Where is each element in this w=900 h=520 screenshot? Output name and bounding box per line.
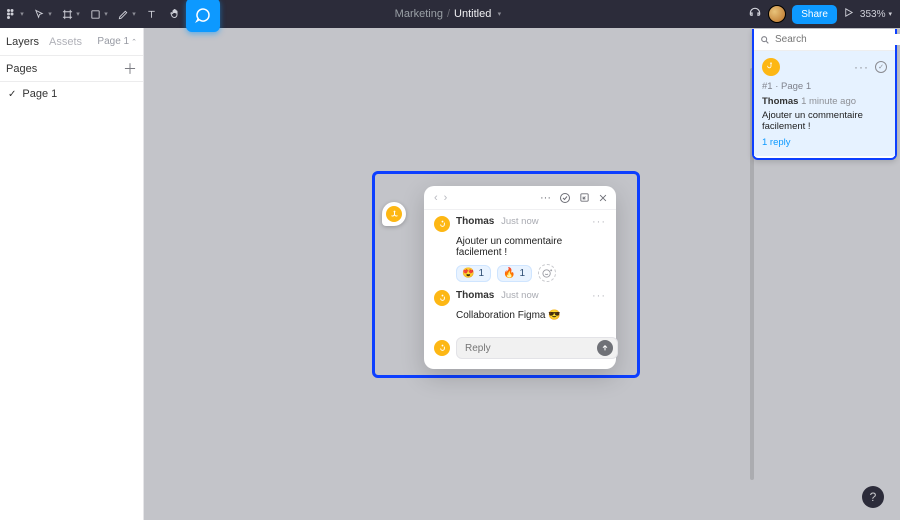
page-item-label: Page 1	[22, 88, 57, 100]
message-avatar	[434, 290, 450, 306]
file-title[interactable]: Untitled	[454, 8, 491, 20]
page-selector[interactable]: Page 1 ⌃	[97, 36, 137, 47]
message-avatar	[434, 216, 450, 232]
message-text: Collaboration Figma 😎	[456, 310, 606, 321]
pen-tool-button[interactable]	[112, 0, 134, 28]
reaction-emoji: 😍	[462, 268, 474, 279]
zoom-chevron-icon: ▾	[888, 10, 892, 18]
comment-index: #1	[762, 81, 773, 92]
help-label: ?	[870, 490, 877, 504]
popover-options-icon[interactable]: ···	[540, 192, 551, 204]
comment-preview-text: Ajouter un commentaire facilement !	[762, 110, 887, 132]
page-selector-chevron-icon: ⌃	[131, 38, 137, 46]
popover-close-icon[interactable]	[598, 193, 608, 203]
page-check-icon: ✓	[8, 89, 16, 100]
add-page-button[interactable]: ＋	[123, 62, 137, 76]
popover-next-icon[interactable]: ›	[442, 192, 450, 204]
comment-popover: ‹ › ··· Thomas Just now ···	[424, 186, 616, 369]
tab-assets[interactable]: Assets	[49, 36, 82, 48]
reply-send-button[interactable]	[597, 340, 613, 356]
title-separator: /	[443, 8, 454, 20]
reply-input[interactable]	[465, 343, 597, 354]
comment-pin[interactable]	[382, 202, 406, 226]
top-toolbar: ▾ ▾ ▾ ▾ ▾ Marketing / Untitled ▾	[0, 0, 900, 28]
comment-item-menu-icon[interactable]: ···	[854, 60, 869, 74]
comment-time: 1 minute ago	[801, 96, 856, 107]
message-text: Ajouter un commentaire facilement !	[456, 236, 606, 258]
tab-layers[interactable]: Layers	[6, 36, 39, 48]
user-avatar[interactable]	[768, 5, 786, 23]
zoom-level[interactable]: 353% ▾	[860, 9, 896, 20]
comment-location: Page 1	[781, 81, 811, 92]
present-play-icon[interactable]	[843, 7, 854, 21]
reaction-count: 1	[519, 268, 525, 279]
reaction-pill[interactable]: 🔥 1	[497, 265, 532, 282]
comment-reply-link[interactable]: 1 reply	[762, 137, 887, 148]
audio-headset-icon[interactable]	[748, 6, 762, 23]
popover-message: Thomas Just now ···	[434, 290, 606, 306]
add-reaction-button[interactable]	[538, 264, 556, 282]
comment-author: Thomas	[762, 96, 798, 107]
page-selector-label: Page 1	[97, 36, 129, 47]
message-author: Thomas	[456, 290, 494, 301]
shape-tool-button[interactable]	[84, 0, 106, 28]
left-panel: Layers Assets Page 1 ⌃ Pages ＋ ✓ Page 1	[0, 28, 144, 520]
message-menu-icon[interactable]: ···	[592, 290, 606, 302]
pages-heading: Pages	[6, 63, 37, 75]
popover-dock-icon[interactable]	[579, 192, 590, 203]
comment-list-item[interactable]: ··· ✓ #1 · Page 1 Thomas 1 minute ago Aj…	[754, 51, 895, 156]
text-tool-button[interactable]	[140, 0, 162, 28]
comment-pin-avatar	[386, 206, 402, 222]
project-name[interactable]: Marketing	[395, 8, 443, 20]
help-button[interactable]: ?	[862, 486, 884, 508]
reaction-pill[interactable]: 😍 1	[456, 265, 491, 282]
message-time: Just now	[501, 216, 539, 227]
frame-tool-button[interactable]	[56, 0, 78, 28]
title-chevron-icon[interactable]: ▾	[495, 10, 503, 18]
reply-avatar	[434, 340, 450, 356]
message-menu-icon[interactable]: ···	[592, 216, 606, 228]
comments-sidebar: ··· ✓ #1 · Page 1 Thomas 1 minute ago Aj…	[752, 29, 897, 160]
reaction-emoji: 🔥	[503, 268, 515, 279]
comment-resolve-icon[interactable]: ✓	[875, 61, 887, 73]
popover-prev-icon[interactable]: ‹	[432, 192, 440, 204]
comments-search-input[interactable]	[775, 34, 900, 45]
message-author: Thomas	[456, 216, 494, 227]
reaction-count: 1	[478, 268, 484, 279]
move-tool-button[interactable]	[28, 0, 50, 28]
hand-tool-button[interactable]	[164, 0, 186, 28]
zoom-value: 353%	[860, 9, 886, 20]
share-button[interactable]: Share	[792, 5, 837, 24]
comment-avatar	[762, 58, 780, 76]
popover-message: Thomas Just now ···	[434, 216, 606, 232]
popover-resolve-icon[interactable]	[559, 192, 571, 204]
message-time: Just now	[501, 290, 539, 301]
page-item[interactable]: ✓ Page 1	[0, 82, 143, 106]
search-icon	[760, 34, 770, 46]
reply-field[interactable]	[456, 337, 618, 359]
comment-tool-button[interactable]	[186, 0, 220, 32]
figma-menu-button[interactable]	[0, 0, 22, 28]
